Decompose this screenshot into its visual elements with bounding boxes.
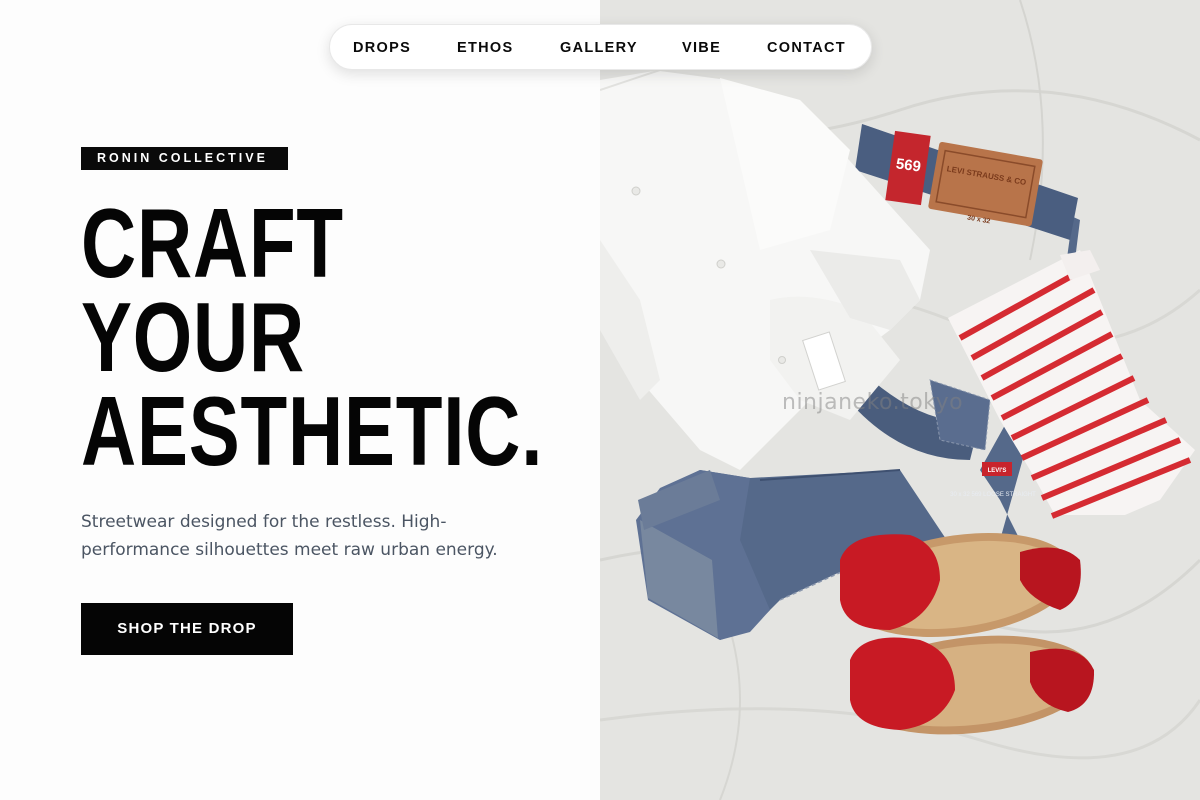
jeans-tag-number: 569 bbox=[895, 155, 922, 175]
headline-line-1: CRAFT bbox=[81, 188, 344, 298]
headline-line-2: YOUR bbox=[81, 282, 305, 392]
hero-description: Streetwear designed for the restless. Hi… bbox=[81, 512, 498, 560]
hero-headline: CRAFT YOUR AESTHETIC. bbox=[81, 188, 544, 486]
headline-line-3: AESTHETIC. bbox=[81, 376, 544, 486]
top-navigation: DROPS ETHOS GALLERY VIBE CONTACT bbox=[329, 24, 872, 70]
jeans-rear-label: LEVI'S bbox=[988, 468, 1007, 474]
shop-the-drop-button[interactable]: SHOP THE DROP bbox=[81, 603, 293, 655]
hero-product-image: 569 LEVI STRAUSS & CO 30 x 32 LEVI'S 30 … bbox=[600, 0, 1200, 800]
jeans-size-label: 30 x 32 569 LOOSE STRAIGHT bbox=[950, 492, 1036, 498]
image-watermark: ninjaneko.tokyo bbox=[782, 390, 964, 415]
brand-badge: RONIN COLLECTIVE bbox=[81, 147, 288, 170]
nav-item-ethos[interactable]: ETHOS bbox=[457, 39, 513, 57]
nav-item-contact[interactable]: CONTACT bbox=[767, 39, 846, 57]
nav-item-drops[interactable]: DROPS bbox=[353, 39, 411, 57]
nav-item-gallery[interactable]: GALLERY bbox=[560, 39, 638, 57]
nav-item-vibe[interactable]: VIBE bbox=[682, 39, 721, 57]
